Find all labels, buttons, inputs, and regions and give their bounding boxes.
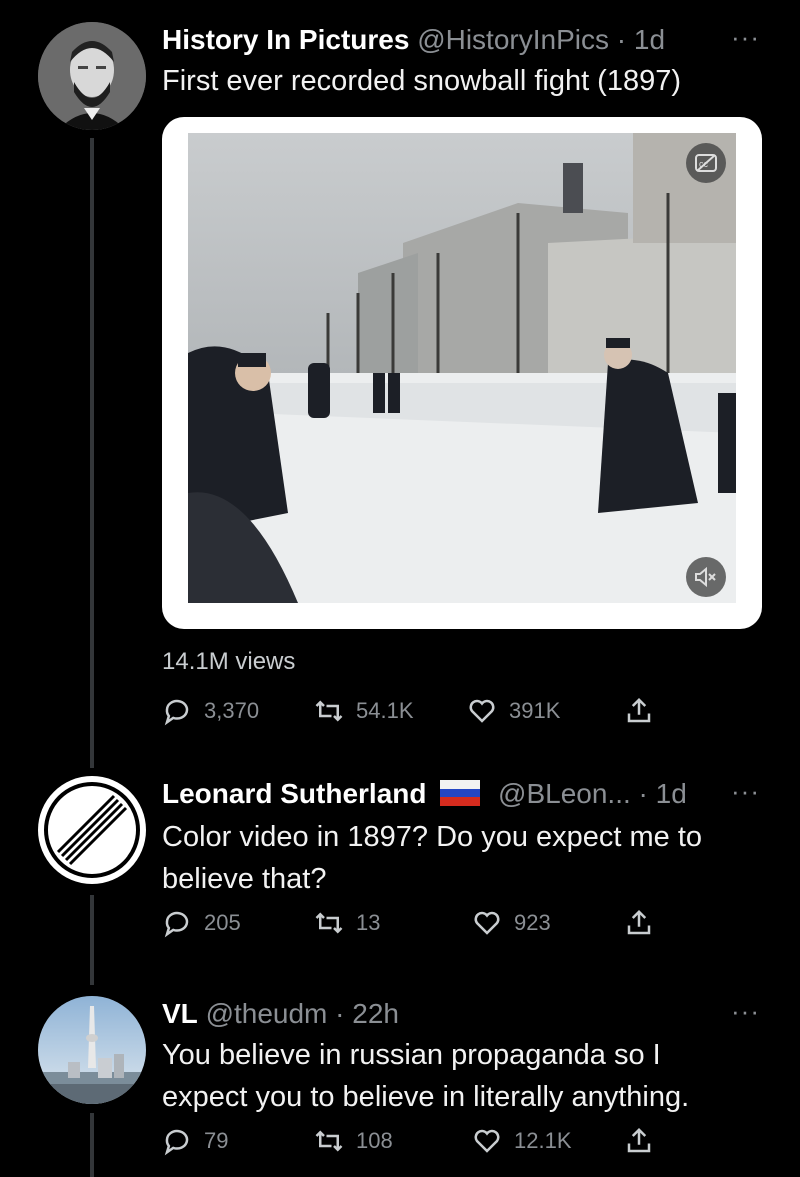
view-count: 14.1M views	[162, 648, 296, 675]
like-count: 391K	[509, 698, 561, 723]
reply-count: 205	[204, 910, 241, 935]
author-handle[interactable]: @theudm	[206, 998, 328, 1029]
video-frame[interactable]: cc	[188, 133, 736, 603]
like-button[interactable]: 923	[472, 908, 551, 938]
reply-button[interactable]: 79	[162, 1126, 228, 1156]
retweet-count: 54.1K	[356, 698, 414, 723]
retweet-button[interactable]: 13	[314, 908, 380, 938]
muted-speaker-icon[interactable]	[686, 557, 726, 597]
retweet-count: 108	[356, 1128, 393, 1153]
reply-tweet-leonard[interactable]: Leonard Sutherland @BLeon... · 1d ··· Co…	[0, 760, 800, 960]
share-upload-icon	[627, 1127, 651, 1153]
retweet-button[interactable]: 54.1K	[314, 696, 414, 726]
tweet-text: First ever recorded snowball fight (1897…	[162, 65, 682, 97]
avatar-historyinpics[interactable]	[38, 22, 146, 130]
author-handle[interactable]: @BLeon...	[498, 778, 631, 809]
like-button[interactable]: 391K	[467, 696, 560, 726]
reply-bubble-icon	[164, 699, 189, 726]
author-name[interactable]: History In Pictures	[162, 24, 409, 55]
reply-count: 3,370	[204, 698, 260, 723]
author-handle[interactable]: @HistoryInPics	[417, 24, 609, 55]
more-icon[interactable]: ···	[731, 996, 760, 1027]
timestamp[interactable]: · 22h	[335, 998, 399, 1029]
like-count: 12.1K	[514, 1128, 572, 1153]
reply-bubble-icon	[164, 911, 189, 938]
author-name[interactable]: Leonard Sutherland	[162, 778, 426, 809]
reply-button[interactable]: 205	[162, 908, 241, 938]
tweet-text-line: Color video in 1897? Do you expect me to	[162, 821, 703, 853]
tweet-text: Color video in 1897? Do you expect me to…	[162, 816, 762, 900]
tweet-text: You believe in russian propaganda so I e…	[162, 1034, 762, 1118]
tweet-text-line: You believe in russian propaganda so I	[162, 1039, 661, 1071]
avatar-vl[interactable]	[38, 996, 146, 1104]
tweet-header: History In Pictures @HistoryInPics · 1d	[162, 24, 665, 56]
tweet-header: VL @theudm · 22h	[162, 998, 399, 1030]
more-icon[interactable]: ···	[731, 22, 760, 53]
reply-bubble-icon	[164, 1129, 189, 1156]
avatar-leonard[interactable]	[38, 776, 146, 884]
tweet-main[interactable]: History In Pictures @HistoryInPics · 1d …	[0, 0, 800, 760]
reply-button[interactable]: 3,370	[162, 696, 259, 726]
heart-icon	[474, 1129, 500, 1153]
retweet-arrows-icon	[315, 700, 343, 722]
heart-icon	[469, 699, 495, 723]
retweet-count: 13	[356, 910, 381, 935]
action-bar: 79 108 12.1K	[162, 1126, 662, 1166]
reply-tweet-vl[interactable]: VL @theudm · 22h ··· You believe in russ…	[0, 980, 800, 1177]
timestamp[interactable]: · 1d	[639, 778, 687, 809]
action-bar: 205 13 923	[162, 908, 662, 948]
share-upload-icon	[627, 909, 651, 935]
action-bar: 3,370 54.1K 391K	[162, 696, 662, 736]
retweet-arrows-icon	[315, 912, 343, 934]
russia-flag-icon	[440, 780, 481, 806]
share-button[interactable]	[624, 908, 654, 938]
heart-icon	[474, 911, 500, 935]
retweet-arrows-icon	[315, 1130, 343, 1152]
author-name[interactable]: VL	[162, 998, 198, 1029]
like-button[interactable]: 12.1K	[472, 1126, 572, 1156]
share-button[interactable]	[624, 1126, 654, 1156]
tweet-text-line: expect you to believe in literally anyth…	[162, 1081, 690, 1113]
tweet-text-line: believe that?	[162, 863, 327, 895]
closed-caption-icon[interactable]: cc	[686, 143, 726, 183]
video-player[interactable]: cc	[162, 117, 762, 629]
reply-count: 79	[204, 1128, 229, 1153]
tweet-header: Leonard Sutherland @BLeon... · 1d	[162, 778, 687, 810]
share-button[interactable]	[624, 696, 654, 726]
retweet-button[interactable]: 108	[314, 1126, 393, 1156]
like-count: 923	[514, 910, 551, 935]
share-upload-icon	[627, 697, 651, 723]
timestamp[interactable]: · 1d	[617, 24, 665, 55]
more-icon[interactable]: ···	[731, 776, 760, 807]
